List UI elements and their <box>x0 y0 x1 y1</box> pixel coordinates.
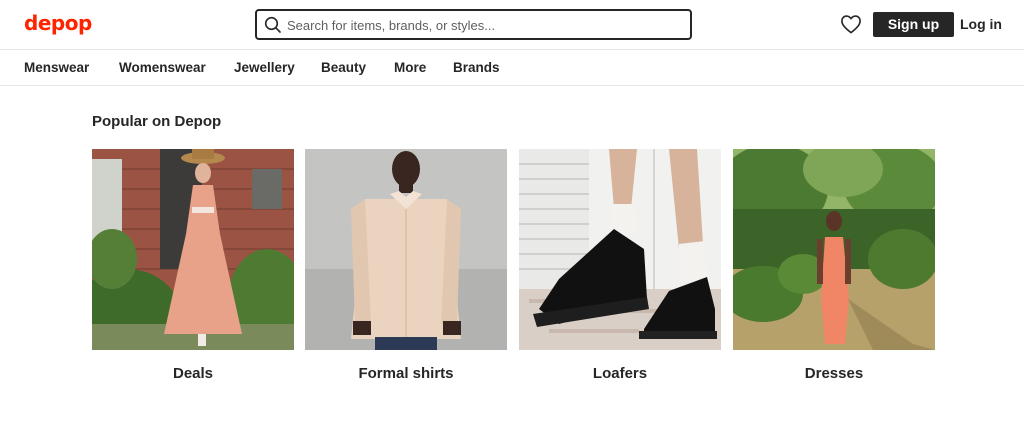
card-label-formal-shirts[interactable]: Formal shirts <box>305 365 507 383</box>
formal-shirts-image[interactable] <box>305 149 507 350</box>
log-in-link[interactable]: Log in <box>960 16 1002 33</box>
card-label-dresses[interactable]: Dresses <box>733 365 935 383</box>
category-nav: Menswear Womenswear Jewellery Beauty Mor… <box>0 50 1024 86</box>
search-icon <box>264 16 281 33</box>
category-card-loafers[interactable]: Loafers <box>519 149 721 382</box>
sign-up-button[interactable]: Sign up <box>873 12 954 37</box>
category-card-dresses[interactable]: Dresses <box>733 149 935 382</box>
card-label-loafers[interactable]: Loafers <box>519 365 721 383</box>
deals-image[interactable] <box>92 149 294 350</box>
heart-icon[interactable] <box>840 14 862 34</box>
depop-logo[interactable]: depop <box>24 11 92 35</box>
nav-item-more[interactable]: More <box>394 60 426 76</box>
category-card-formal-shirts[interactable]: Formal shirts <box>305 149 507 382</box>
nav-item-jewellery[interactable]: Jewellery <box>234 60 295 76</box>
top-header: depop Sign up Log in <box>0 0 1024 50</box>
category-card-deals[interactable]: Deals <box>92 149 294 382</box>
nav-item-beauty[interactable]: Beauty <box>321 60 366 76</box>
nav-item-menswear[interactable]: Menswear <box>24 60 89 76</box>
loafers-image[interactable] <box>519 149 721 350</box>
nav-item-womenswear[interactable]: Womenswear <box>119 60 206 76</box>
search-input[interactable] <box>287 14 682 36</box>
dresses-image[interactable] <box>733 149 935 350</box>
nav-item-brands[interactable]: Brands <box>453 60 500 76</box>
section-title: Popular on Depop <box>92 113 222 130</box>
card-label-deals[interactable]: Deals <box>92 365 294 383</box>
search-bar[interactable] <box>255 9 692 40</box>
